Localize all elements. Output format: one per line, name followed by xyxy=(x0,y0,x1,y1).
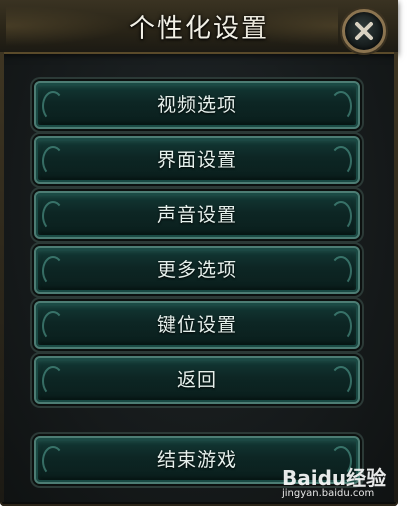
frame-right xyxy=(394,52,398,502)
dialog-title: 个性化设置 xyxy=(128,14,269,44)
interface-settings-button[interactable]: 界面设置 xyxy=(34,136,360,184)
dialog-header: 个性化设置 xyxy=(0,0,398,54)
close-x-icon xyxy=(355,22,373,40)
close-button[interactable] xyxy=(342,9,386,53)
baidu-watermark: Baidu经验 jingyan.baidu.com xyxy=(282,462,392,506)
video-options-button[interactable]: 视频选项 xyxy=(34,81,360,129)
keybind-settings-button[interactable]: 键位设置 xyxy=(34,301,360,349)
watermark-logo: Baidu经验 xyxy=(282,466,387,490)
sound-settings-button[interactable]: 声音设置 xyxy=(34,191,360,239)
more-options-button[interactable]: 更多选项 xyxy=(34,246,360,294)
settings-dialog: 个性化设置 视频选项 界面设置 声音设置 更多选项 键位设置 返回 结束游戏 xyxy=(0,0,398,506)
back-button[interactable]: 返回 xyxy=(34,356,360,404)
frame-left xyxy=(0,52,4,502)
watermark-url: jingyan.baidu.com xyxy=(282,488,375,499)
